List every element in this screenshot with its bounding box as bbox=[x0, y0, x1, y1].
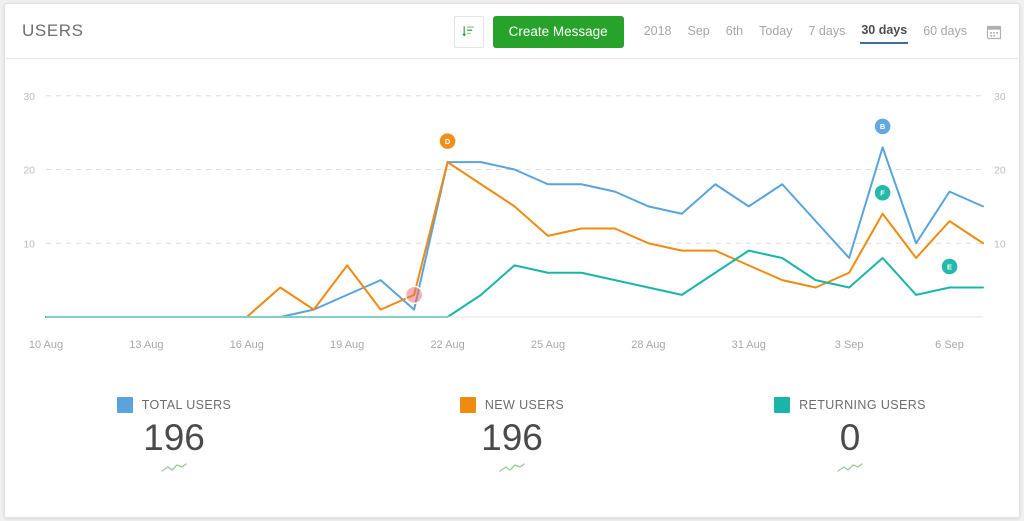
chart-canvas: 10 20 30 10 20 30 D B F E 10 Aug 13 Aug 16 Aug 19 … bbox=[23, 91, 1006, 351]
legend-label-new-users: NEW USERS bbox=[484, 398, 565, 412]
x-axis-labels: 10 Aug 13 Aug 16 Aug 19 Aug 22 Aug 25 Aug 28 A… bbox=[29, 339, 964, 351]
svg-text:10 Aug: 10 Aug bbox=[29, 339, 63, 351]
calendar-icon bbox=[986, 25, 1002, 39]
range-60-days[interactable]: 60 days bbox=[922, 20, 968, 43]
legend-new-users[interactable]: NEW USERS 196 bbox=[343, 397, 681, 507]
trend-up-icon bbox=[499, 463, 525, 472]
trend-up-icon bbox=[161, 463, 187, 472]
series-lines bbox=[45, 146, 984, 318]
y-axis-right: 10 20 30 bbox=[994, 91, 1006, 251]
chart-annotation-badge[interactable] bbox=[404, 285, 424, 305]
legend-head: RETURNING USERS bbox=[774, 397, 926, 413]
svg-text:3 Sep: 3 Sep bbox=[835, 339, 864, 351]
chart-annotation-badge[interactable]: D bbox=[438, 131, 457, 151]
chart-annotations[interactable]: D B F E bbox=[404, 117, 959, 305]
legend-head: NEW USERS bbox=[459, 397, 565, 413]
create-message-button[interactable]: Create Message bbox=[492, 15, 624, 48]
legend-returning-users[interactable]: RETURNING USERS 0 bbox=[681, 397, 1019, 507]
svg-text:31 Aug: 31 Aug bbox=[732, 339, 766, 351]
legend-swatch-returning-users bbox=[774, 397, 791, 413]
svg-text:6 Sep: 6 Sep bbox=[935, 339, 964, 351]
svg-text:30: 30 bbox=[994, 91, 1006, 103]
svg-text:16 Aug: 16 Aug bbox=[230, 339, 264, 351]
svg-text:28 Aug: 28 Aug bbox=[631, 339, 665, 351]
svg-text:30: 30 bbox=[23, 91, 35, 103]
svg-text:D: D bbox=[445, 137, 451, 146]
svg-text:10: 10 bbox=[23, 238, 35, 250]
svg-text:20: 20 bbox=[23, 165, 35, 177]
range-2018[interactable]: 2018 bbox=[643, 20, 673, 43]
legend-label-total-users: TOTAL USERS bbox=[141, 398, 232, 412]
page-title: USERS bbox=[22, 21, 84, 40]
legend-label-returning-users: RETURNING USERS bbox=[799, 398, 926, 412]
metrics-legend: TOTAL USERS 196 NEW USERS 196 RETURNING … bbox=[5, 389, 1019, 507]
chart-annotation-badge[interactable]: B bbox=[873, 117, 892, 136]
sort-amount-icon bbox=[462, 26, 474, 37]
svg-text:F: F bbox=[880, 189, 885, 198]
legend-value-new-users: 196 bbox=[481, 417, 543, 458]
svg-text:13 Aug: 13 Aug bbox=[129, 339, 163, 351]
legend-head: TOTAL USERS bbox=[116, 397, 232, 413]
trend-up-icon bbox=[837, 463, 863, 472]
users-line-chart[interactable]: 10 20 30 10 20 30 D B F E 10 Aug 13 Aug 16 Aug 19 … bbox=[5, 59, 1019, 389]
range-today[interactable]: Today bbox=[758, 20, 793, 43]
svg-text:19 Aug: 19 Aug bbox=[330, 339, 364, 351]
y-axis-left: 10 20 30 bbox=[23, 91, 35, 251]
legend-swatch-total-users bbox=[116, 397, 133, 413]
svg-text:10: 10 bbox=[994, 238, 1006, 250]
legend-swatch-new-users bbox=[459, 397, 476, 413]
svg-text:B: B bbox=[880, 122, 886, 131]
calendar-button[interactable] bbox=[985, 23, 1003, 41]
chart-annotation-badge[interactable]: E bbox=[940, 257, 959, 276]
legend-total-users[interactable]: TOTAL USERS 196 bbox=[5, 397, 343, 507]
svg-text:E: E bbox=[947, 262, 952, 271]
range-30-days[interactable]: 30 days bbox=[860, 19, 909, 44]
svg-text:22 Aug: 22 Aug bbox=[430, 339, 464, 351]
legend-value-returning-users: 0 bbox=[839, 417, 861, 458]
range-7-days[interactable]: 7 days bbox=[808, 20, 847, 43]
chart-annotation-badge[interactable]: F bbox=[873, 183, 892, 202]
sort-button[interactable] bbox=[453, 15, 484, 48]
range-6th[interactable]: 6th bbox=[725, 20, 744, 43]
range-sep[interactable]: Sep bbox=[687, 20, 711, 43]
svg-text:25 Aug: 25 Aug bbox=[531, 339, 565, 351]
header-controls: Create Message 2018 Sep 6th Today 7 days… bbox=[453, 4, 1005, 59]
legend-value-total-users: 196 bbox=[143, 417, 205, 458]
svg-text:20: 20 bbox=[994, 165, 1006, 177]
users-analytics-card: USERS Create Message 2018 Sep 6th Today … bbox=[4, 3, 1020, 518]
card-header: USERS Create Message 2018 Sep 6th Today … bbox=[5, 4, 1019, 59]
